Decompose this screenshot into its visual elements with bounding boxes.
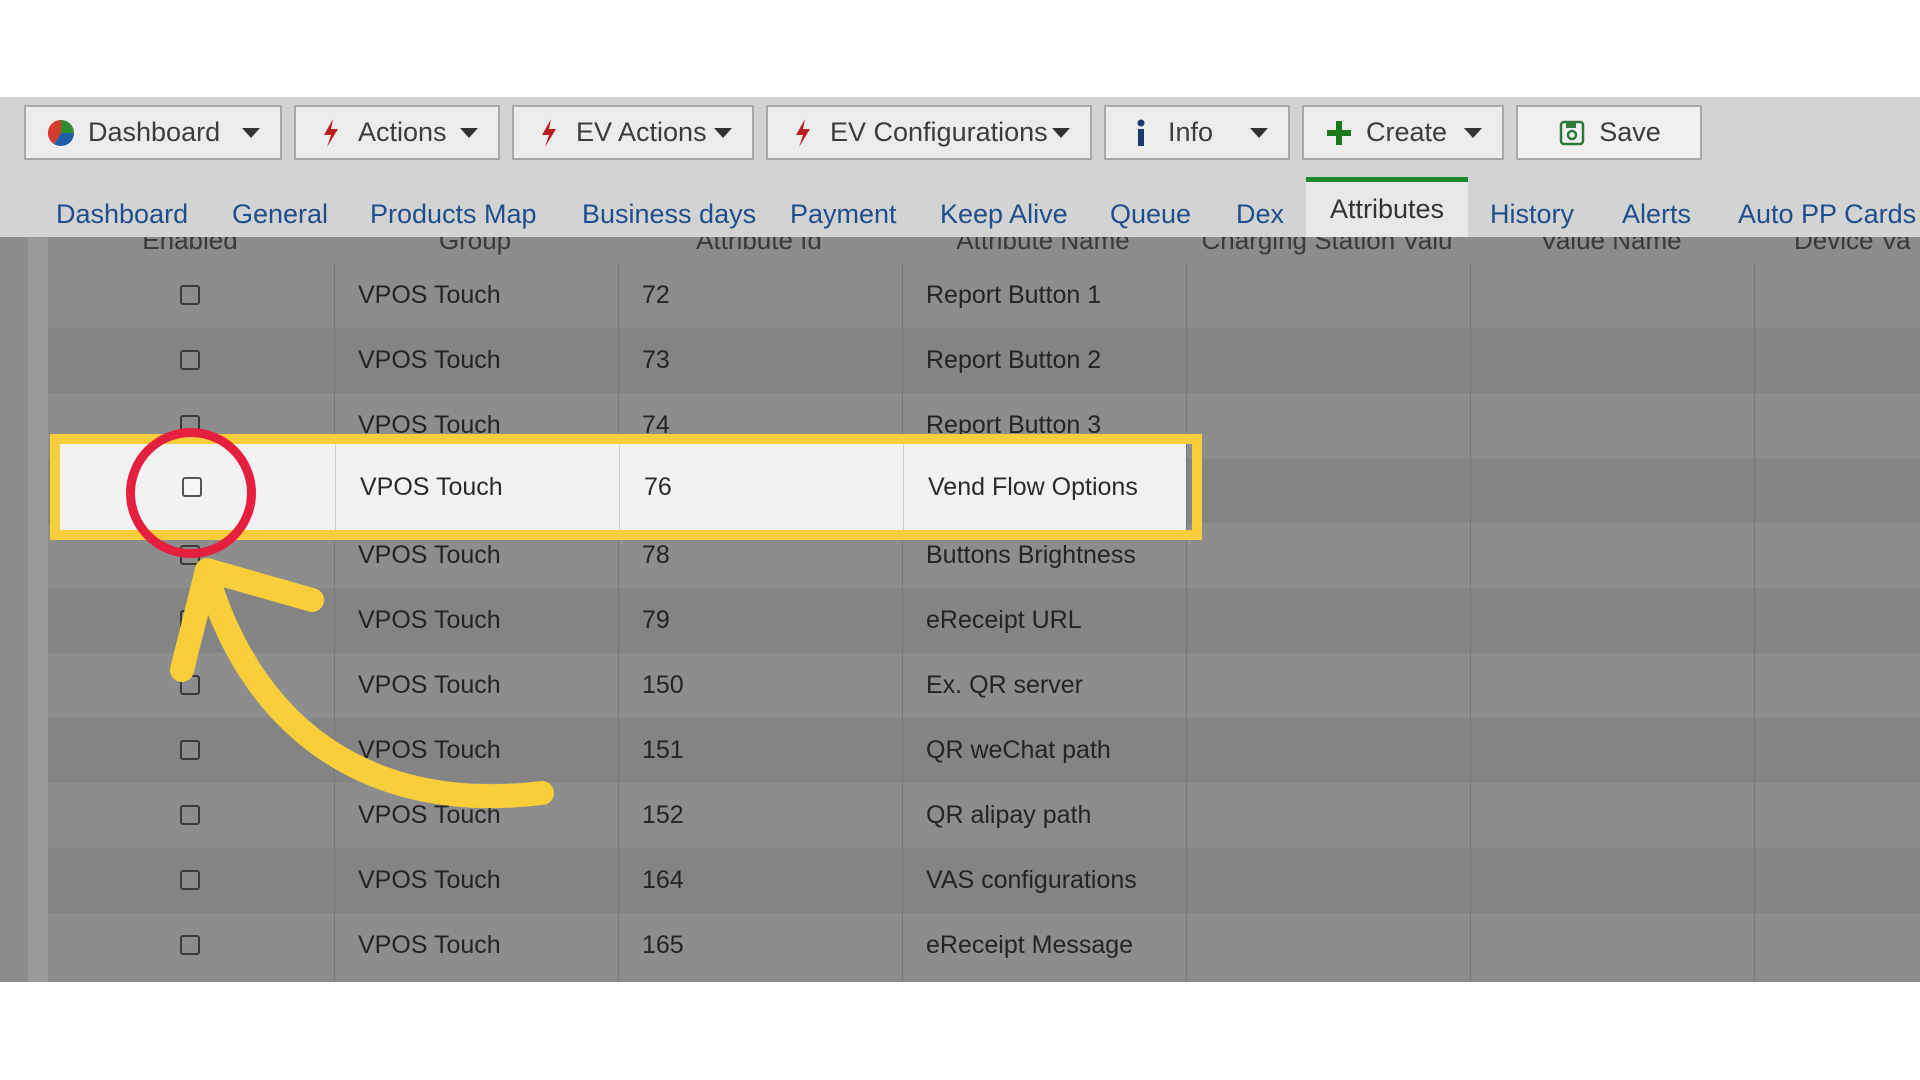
chevron-down-icon — [242, 127, 260, 138]
tab-dex[interactable]: Dex — [1236, 191, 1284, 237]
save-icon — [1557, 118, 1587, 148]
attribute-name-cell: Report Button 1 — [926, 281, 1102, 309]
chevron-down-icon — [714, 127, 732, 138]
checkbox-callout-circle — [126, 428, 256, 558]
create-menu-button[interactable]: Create — [1302, 105, 1504, 160]
ev-configurations-menu-button[interactable]: EV Configurations — [766, 105, 1092, 160]
column-header-charging-station-value[interactable]: Charging Station Valu — [1186, 237, 1468, 256]
group-cell: VPOS Touch — [358, 346, 501, 374]
create-menu-label: Create — [1366, 117, 1448, 147]
left-rail — [0, 237, 48, 982]
column-header-attribute-id[interactable]: Attribute Id — [618, 237, 900, 256]
table-row[interactable]: VPOS Touch 79 eReceipt URL — [48, 588, 1920, 653]
enabled-checkbox[interactable] — [180, 805, 200, 825]
attribute-name-cell: QR alipay path — [926, 801, 1092, 829]
attribute-name-cell: QR weChat path — [926, 736, 1111, 764]
pie-chart-icon — [46, 118, 76, 148]
ev-actions-menu-label: EV Actions — [576, 117, 707, 147]
column-header-enabled[interactable]: Enabled — [48, 237, 332, 256]
group-cell: VPOS Touch — [358, 801, 501, 829]
tab-history[interactable]: History — [1490, 191, 1574, 237]
attribute-name-cell: VAS configurations — [926, 866, 1137, 894]
enabled-checkbox[interactable] — [180, 285, 200, 305]
dashboard-menu-button[interactable]: Dashboard — [24, 105, 282, 160]
chevron-down-icon — [1464, 127, 1482, 138]
chevron-down-icon — [1052, 127, 1070, 138]
group-cell: VPOS Touch — [358, 671, 501, 699]
column-divider — [902, 263, 903, 982]
lightning-icon — [534, 118, 564, 148]
chevron-down-icon — [1250, 127, 1268, 138]
column-divider — [1470, 263, 1471, 982]
attributes-table: Enabled Group Attribute Id Attribute Nam… — [48, 237, 1920, 982]
column-divider — [334, 263, 335, 982]
plus-icon — [1324, 118, 1354, 148]
attribute-name-cell: eReceipt URL — [926, 606, 1082, 634]
group-cell: VPOS Touch — [358, 606, 501, 634]
dashboard-menu-label: Dashboard — [88, 117, 221, 147]
enabled-checkbox[interactable] — [180, 675, 200, 695]
group-cell: VPOS Touch — [358, 931, 501, 959]
attribute-id-cell: 165 — [642, 931, 684, 959]
tab-alerts[interactable]: Alerts — [1622, 191, 1691, 237]
table-row[interactable]: VPOS Touch 72 Report Button 1 — [48, 263, 1920, 328]
info-menu-button[interactable]: Info — [1104, 105, 1290, 160]
save-button[interactable]: Save — [1516, 105, 1702, 160]
ev-configurations-menu-label: EV Configurations — [830, 117, 1048, 147]
enabled-checkbox[interactable] — [180, 935, 200, 955]
enabled-checkbox[interactable] — [180, 610, 200, 630]
attribute-id-cell: 79 — [642, 606, 670, 634]
column-header-attribute-name[interactable]: Attribute Name — [902, 237, 1184, 256]
table-header: Enabled Group Attribute Id Attribute Nam… — [48, 237, 1920, 263]
attribute-id-cell: 151 — [642, 736, 684, 764]
tab-general[interactable]: General — [232, 191, 328, 237]
table-row[interactable]: VPOS Touch 164 VAS configurations — [48, 848, 1920, 913]
actions-menu-label: Actions — [358, 117, 447, 147]
tab-auto-pp-cards[interactable]: Auto PP Cards — [1738, 191, 1916, 237]
column-header-group[interactable]: Group — [334, 237, 616, 256]
attribute-name-cell: Ex. QR server — [926, 671, 1083, 699]
attribute-id-cell: 150 — [642, 671, 684, 699]
tab-bar: Dashboard General Products Map Business … — [0, 177, 1920, 237]
tab-business-days[interactable]: Business days — [582, 191, 756, 237]
table-row[interactable]: VPOS Touch 150 Ex. QR server — [48, 653, 1920, 718]
info-icon — [1126, 118, 1156, 148]
tab-products-map[interactable]: Products Map — [370, 191, 537, 237]
info-menu-label: Info — [1168, 117, 1214, 147]
ev-actions-menu-button[interactable]: EV Actions — [512, 105, 754, 160]
tab-attributes[interactable]: Attributes — [1306, 177, 1468, 237]
column-divider — [1186, 263, 1187, 982]
attribute-id-cell: 73 — [642, 346, 670, 374]
lightning-icon — [788, 118, 818, 148]
table-row[interactable]: VPOS Touch 151 QR weChat path — [48, 718, 1920, 783]
table-row[interactable]: VPOS Touch 165 eReceipt Message — [48, 913, 1920, 978]
enabled-checkbox[interactable] — [180, 740, 200, 760]
table-row[interactable]: VPOS Touch 152 QR alipay path — [48, 783, 1920, 848]
chevron-down-icon — [460, 127, 478, 138]
save-label: Save — [1599, 117, 1661, 147]
group-cell: VPOS Touch — [358, 736, 501, 764]
toolbar: Dashboard Actions EV Actions EV Configur… — [0, 97, 1920, 177]
column-header-device-value[interactable]: Device Va — [1754, 237, 1920, 256]
actions-menu-button[interactable]: Actions — [294, 105, 500, 160]
group-cell: VPOS Touch — [358, 866, 501, 894]
tab-queue[interactable]: Queue — [1110, 191, 1191, 237]
attribute-id-cell: 72 — [642, 281, 670, 309]
enabled-checkbox[interactable] — [180, 870, 200, 890]
column-header-value-name[interactable]: Value Name — [1470, 237, 1752, 256]
attribute-name-cell: eReceipt Message — [926, 931, 1134, 959]
group-cell: VPOS Touch — [358, 281, 501, 309]
column-divider — [618, 263, 619, 982]
tab-dashboard[interactable]: Dashboard — [56, 191, 188, 237]
column-divider — [1754, 263, 1755, 982]
enabled-checkbox[interactable] — [180, 350, 200, 370]
attribute-name-cell: Report Button 2 — [926, 346, 1102, 374]
attribute-id-cell: 164 — [642, 866, 684, 894]
tab-keep-alive[interactable]: Keep Alive — [940, 191, 1068, 237]
table-row[interactable]: VPOS Touch 73 Report Button 2 — [48, 328, 1920, 393]
lightning-icon — [316, 118, 346, 148]
attribute-id-cell: 152 — [642, 801, 684, 829]
tab-payment[interactable]: Payment — [790, 191, 897, 237]
